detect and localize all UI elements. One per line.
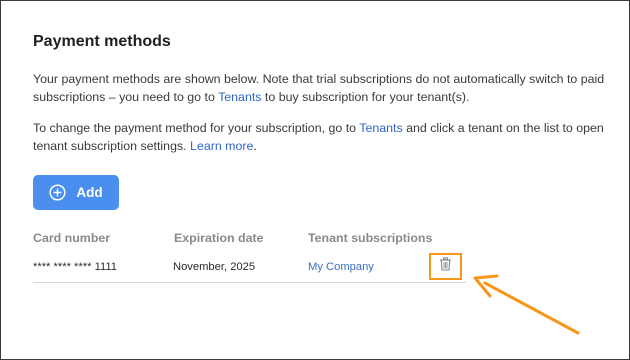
tenant-link[interactable]: My Company xyxy=(308,261,374,273)
expiration-date-cell: November, 2025 xyxy=(173,261,256,273)
plus-circle-icon xyxy=(49,184,66,201)
info-paragraph-2: To change the payment method for your su… xyxy=(33,119,608,155)
tenants-link[interactable]: Tenants xyxy=(359,121,402,135)
add-payment-method-button[interactable]: Add xyxy=(33,175,119,210)
delete-payment-method-button[interactable] xyxy=(429,253,462,280)
table-row-divider xyxy=(33,282,466,283)
column-header-tenant-subscriptions: Tenant subscriptions xyxy=(308,231,433,245)
info-text: to buy subscription for your tenant(s). xyxy=(261,90,470,104)
trash-icon xyxy=(439,257,452,276)
column-header-card-number: Card number xyxy=(33,231,111,245)
info-paragraph-1: Your payment methods are shown below. No… xyxy=(33,70,608,106)
page-title: Payment methods xyxy=(33,33,171,50)
column-header-expiration-date: Expiration date xyxy=(174,231,264,245)
info-text: To change the payment method for your su… xyxy=(33,121,360,135)
card-number-cell: **** **** **** 1111 xyxy=(33,261,117,273)
add-button-label: Add xyxy=(76,185,103,200)
tenants-link[interactable]: Tenants xyxy=(218,90,261,104)
learn-more-link[interactable]: Learn more xyxy=(190,139,253,153)
info-text: . xyxy=(253,139,257,153)
